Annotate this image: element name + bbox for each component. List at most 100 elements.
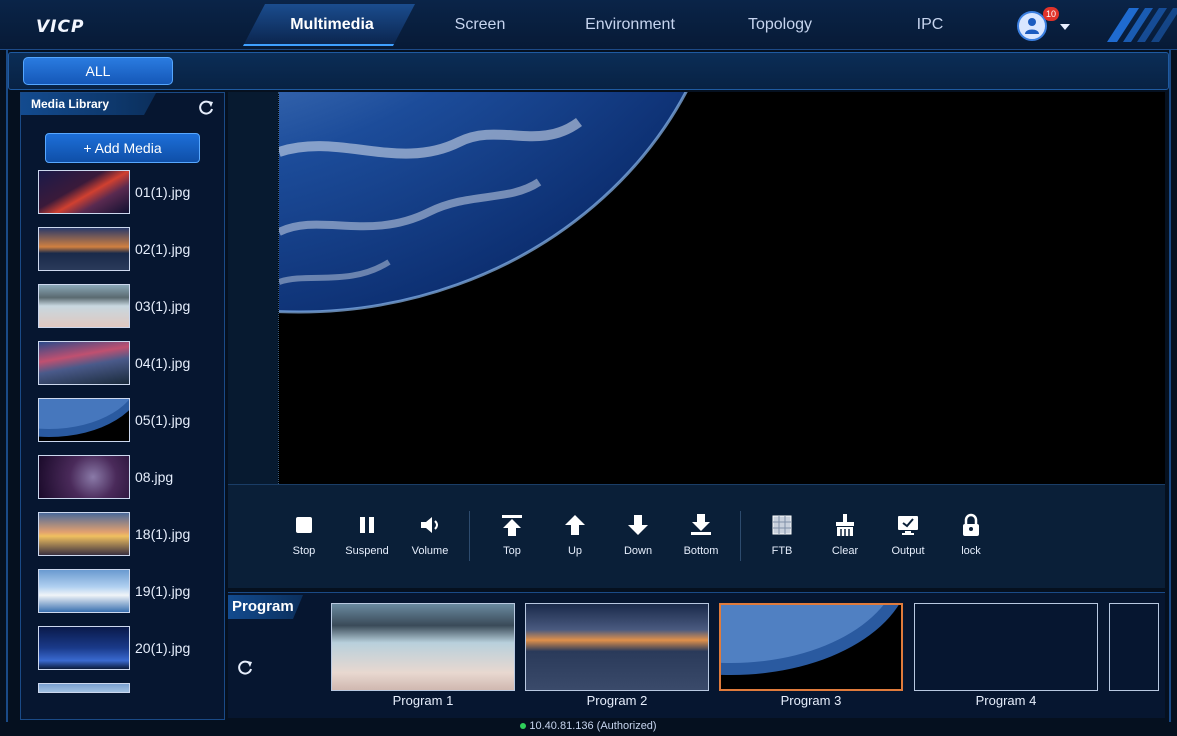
media-thumbnail (38, 683, 130, 693)
media-thumbnail (38, 626, 130, 670)
suspend-button[interactable]: Suspend (340, 513, 394, 559)
tab-screen[interactable]: Screen (440, 0, 520, 50)
program-title: Program (228, 595, 303, 619)
media-name: 08.jpg (135, 469, 174, 485)
media-name: 19(1).jpg (135, 583, 191, 599)
media-thumbnail (38, 170, 130, 214)
move-bottom-icon (691, 514, 711, 535)
toolbar-divider (740, 511, 741, 561)
program-thumbnail (526, 604, 708, 690)
media-library-title: Media Library (21, 93, 156, 115)
earth-preview-image (279, 92, 688, 314)
volume-button[interactable]: Volume (403, 513, 457, 559)
media-name: 01(1).jpg (135, 184, 191, 200)
program-card-3[interactable] (719, 603, 903, 691)
refresh-icon[interactable] (236, 659, 254, 677)
monitor-check-icon (898, 516, 918, 535)
program-card-1[interactable] (331, 603, 515, 691)
program-card-2[interactable] (525, 603, 709, 691)
program-card-5[interactable] (1109, 603, 1159, 691)
stop-icon (296, 517, 312, 533)
media-name: 04(1).jpg (135, 355, 191, 371)
down-label: Down (623, 545, 653, 557)
move-top-icon (502, 515, 522, 536)
up-label: Up (567, 545, 583, 557)
tab-environment[interactable]: Environment (570, 0, 690, 50)
media-item[interactable]: 18(1).jpg (38, 512, 218, 558)
media-item[interactable]: 05(1).jpg (38, 398, 218, 444)
lock-icon (963, 513, 979, 536)
down-button[interactable]: Down (611, 513, 665, 559)
program-thumbnail (721, 605, 901, 689)
media-thumbnail (38, 569, 130, 613)
media-item[interactable]: 02(1).jpg (38, 227, 218, 273)
bottom-button[interactable]: Bottom (674, 513, 728, 559)
up-button[interactable]: Up (548, 513, 602, 559)
lock-label: lock (961, 545, 981, 557)
stop-label: Stop (292, 545, 316, 557)
status-text: 10.40.81.136 (Authorized) (529, 720, 657, 732)
volume-icon (421, 517, 438, 533)
output-button[interactable]: Output (881, 513, 935, 559)
program-label: Program 2 (586, 693, 648, 708)
connection-status: 10.40.81.136 (Authorized) (0, 720, 1177, 736)
output-label: Output (891, 545, 925, 557)
media-name: 03(1).jpg (135, 298, 191, 314)
app-logo: VICP (36, 17, 85, 37)
media-library-panel: Media Library + Add Media 01(1).jpg 02(1… (20, 92, 225, 720)
tab-multimedia[interactable]: Multimedia (268, 0, 396, 50)
top-nav-bar: VICP Multimedia Screen Environment Topol… (0, 0, 1177, 50)
media-thumbnail (38, 398, 130, 442)
ftb-icon (772, 515, 792, 535)
media-name: 05(1).jpg (135, 412, 191, 428)
move-down-icon (628, 515, 648, 535)
decorative-stripes (1107, 8, 1177, 42)
media-name: 18(1).jpg (135, 526, 191, 542)
top-label: Top (503, 545, 521, 557)
notification-badge: 10 (1043, 7, 1060, 21)
top-button[interactable]: Top (485, 513, 539, 559)
program-card-4[interactable] (914, 603, 1098, 691)
filter-all-button[interactable]: ALL (23, 57, 173, 85)
lock-button[interactable]: lock (944, 513, 998, 559)
frame-border-right (1169, 50, 1171, 722)
chevron-down-icon[interactable] (1060, 24, 1070, 30)
program-label: Program 4 (975, 693, 1037, 708)
playback-toolbar: Stop Suspend Volume Top Up Down Bottom F… (228, 484, 1165, 588)
toolbar-divider (469, 511, 470, 561)
suspend-label: Suspend (345, 545, 389, 557)
media-item[interactable]: 03(1).jpg (38, 284, 218, 330)
media-thumbnail (38, 341, 130, 385)
media-item[interactable]: 08.jpg (38, 455, 218, 501)
filter-bar: ALL (8, 52, 1169, 90)
clear-label: Clear (831, 545, 859, 557)
program-label: Program 1 (392, 693, 454, 708)
program-label: Program 3 (780, 693, 842, 708)
user-menu[interactable]: 10 (1015, 7, 1075, 42)
media-item[interactable]: 20(1).jpg (38, 626, 218, 672)
media-item[interactable]: 04(1).jpg (38, 341, 218, 387)
media-thumbnail (38, 512, 130, 556)
move-up-icon (565, 515, 585, 535)
media-item[interactable] (38, 683, 218, 693)
media-thumbnail (38, 227, 130, 271)
refresh-icon[interactable] (197, 99, 215, 117)
clear-button[interactable]: Clear (818, 513, 872, 559)
media-item[interactable]: 01(1).jpg (38, 170, 218, 216)
stop-button[interactable]: Stop (277, 513, 331, 559)
preview-canvas[interactable] (278, 92, 1165, 484)
preview-area (228, 92, 1165, 484)
media-name: 20(1).jpg (135, 640, 191, 656)
pause-icon (360, 517, 374, 533)
tab-ipc[interactable]: IPC (905, 0, 955, 50)
media-thumbnail (38, 284, 130, 328)
tab-topology[interactable]: Topology (735, 0, 825, 50)
media-thumbnail (38, 455, 130, 499)
ftb-button[interactable]: FTB (755, 513, 809, 559)
media-item[interactable]: 19(1).jpg (38, 569, 218, 615)
broom-icon (836, 514, 854, 536)
program-panel: Program Program 1 Program 2 Program 3 Pr… (228, 592, 1165, 718)
bottom-label: Bottom (683, 545, 719, 557)
add-media-button[interactable]: + Add Media (45, 133, 200, 163)
volume-label: Volume (411, 545, 449, 557)
